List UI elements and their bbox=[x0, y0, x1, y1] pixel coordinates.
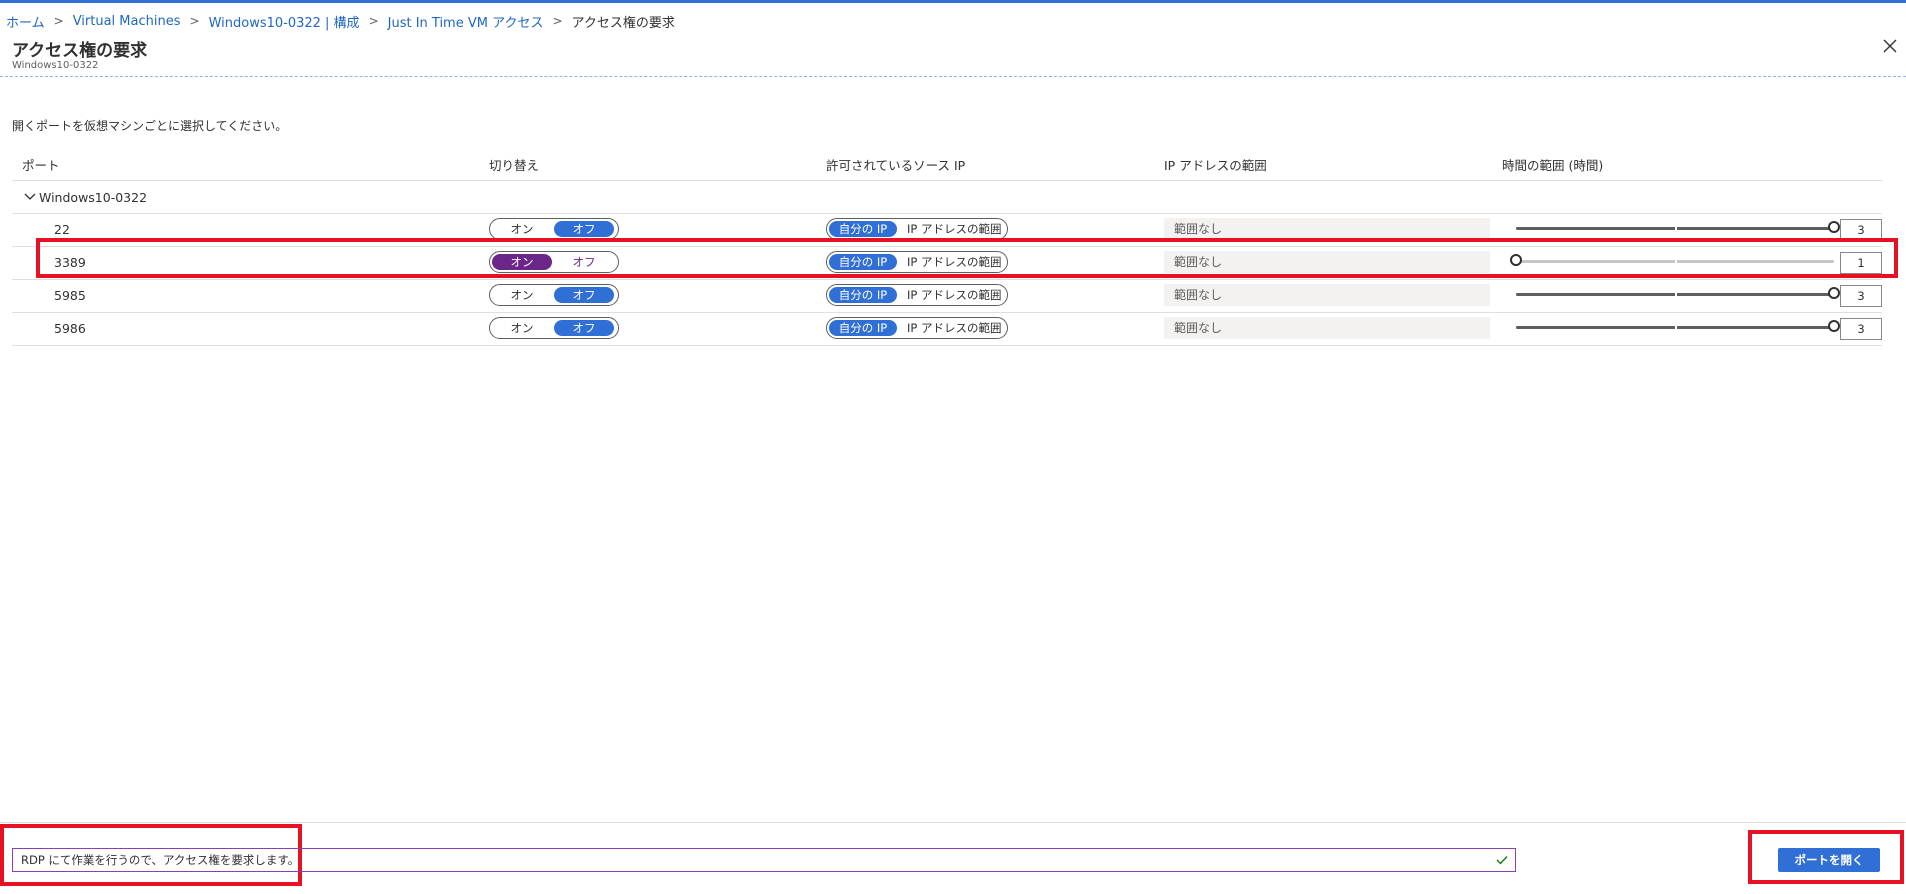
port-table: ポート 切り替え 許可されているソース IP IP アドレスの範囲 時間の範囲 … bbox=[12, 148, 1882, 346]
ip-range-field[interactable]: 範囲なし bbox=[1164, 317, 1490, 339]
source-my-ip-option[interactable]: 自分の IP bbox=[829, 254, 897, 270]
chevron-right-icon: > bbox=[368, 14, 379, 28]
open-ports-button[interactable]: ポートを開く bbox=[1778, 848, 1880, 872]
port-number: 22 bbox=[54, 222, 70, 237]
port-toggle[interactable]: オン オフ bbox=[489, 218, 619, 240]
column-header-port: ポート bbox=[22, 158, 60, 173]
column-header-toggle: 切り替え bbox=[489, 158, 540, 173]
source-ip-selector[interactable]: 自分の IP IP アドレスの範囲 bbox=[826, 284, 1008, 306]
source-ip-selector[interactable]: 自分の IP IP アドレスの範囲 bbox=[826, 251, 1008, 273]
slider-tick bbox=[1675, 292, 1677, 297]
time-range-slider[interactable] bbox=[1510, 319, 1840, 335]
vm-group-row[interactable]: Windows10-0322 bbox=[12, 181, 1882, 214]
port-row: 3389 オン オフ 自分の IP IP アドレスの範囲 範囲なし 1 bbox=[12, 247, 1882, 280]
footer-divider bbox=[0, 822, 1906, 823]
hours-input[interactable]: 3 bbox=[1840, 219, 1882, 241]
justification-field[interactable] bbox=[12, 848, 1516, 872]
breadcrumb-home[interactable]: ホーム bbox=[6, 12, 45, 31]
port-toggle[interactable]: オン オフ bbox=[489, 317, 619, 339]
port-row: 5986 オン オフ 自分の IP IP アドレスの範囲 範囲なし 3 bbox=[12, 313, 1882, 346]
breadcrumb-current: アクセス権の要求 bbox=[571, 15, 675, 31]
page-title: アクセス権の要求 bbox=[12, 41, 148, 61]
vm-group-name: Windows10-0322 bbox=[39, 190, 148, 205]
instruction-text: 開くポートを仮想マシンごとに選択してください。 bbox=[12, 119, 288, 133]
source-ip-range-option[interactable]: IP アドレスの範囲 bbox=[907, 320, 1001, 336]
column-header-ip-range: IP アドレスの範囲 bbox=[1164, 158, 1267, 173]
toggle-off-option[interactable]: オフ bbox=[554, 254, 614, 270]
top-accent-bar bbox=[0, 0, 1906, 3]
slider-tick bbox=[1675, 325, 1677, 330]
chevron-right-icon: > bbox=[53, 14, 64, 28]
slider-thumb[interactable] bbox=[1828, 320, 1840, 332]
slider-thumb[interactable] bbox=[1828, 221, 1840, 233]
toggle-off-option[interactable]: オフ bbox=[554, 320, 614, 336]
slider-tick bbox=[1675, 226, 1677, 231]
port-row: 22 オン オフ 自分の IP IP アドレスの範囲 範囲なし 3 bbox=[12, 214, 1882, 247]
time-range-slider[interactable] bbox=[1510, 286, 1840, 302]
source-ip-range-option[interactable]: IP アドレスの範囲 bbox=[907, 221, 1001, 237]
port-number: 5986 bbox=[54, 321, 86, 336]
chevron-right-icon: > bbox=[189, 14, 200, 28]
port-number: 3389 bbox=[54, 255, 86, 270]
slider-thumb[interactable] bbox=[1828, 287, 1840, 299]
port-toggle[interactable]: オン オフ bbox=[489, 251, 619, 273]
source-ip-selector[interactable]: 自分の IP IP アドレスの範囲 bbox=[826, 317, 1008, 339]
ip-range-field[interactable]: 範囲なし bbox=[1164, 218, 1490, 240]
close-button[interactable] bbox=[1880, 36, 1900, 56]
hours-input[interactable]: 3 bbox=[1840, 318, 1882, 340]
hours-input[interactable]: 1 bbox=[1840, 252, 1882, 274]
ip-range-field[interactable]: 範囲なし bbox=[1164, 251, 1490, 273]
header-divider bbox=[0, 76, 1906, 77]
justification-input[interactable] bbox=[13, 849, 1489, 871]
column-header-source-ip: 許可されているソース IP bbox=[826, 158, 966, 173]
toggle-on-option[interactable]: オン bbox=[492, 221, 552, 237]
toggle-on-option[interactable]: オン bbox=[492, 254, 552, 270]
time-range-slider[interactable] bbox=[1510, 253, 1840, 269]
port-number: 5985 bbox=[54, 288, 86, 303]
close-icon bbox=[1883, 39, 1897, 53]
column-header-time-range: 時間の範囲 (時間) bbox=[1502, 158, 1604, 173]
source-ip-selector[interactable]: 自分の IP IP アドレスの範囲 bbox=[826, 218, 1008, 240]
toggle-on-option[interactable]: オン bbox=[492, 320, 552, 336]
source-my-ip-option[interactable]: 自分の IP bbox=[829, 287, 897, 303]
port-row: 5985 オン オフ 自分の IP IP アドレスの範囲 範囲なし 3 bbox=[12, 280, 1882, 313]
page-subtitle: Windows10-0322 bbox=[12, 60, 99, 71]
breadcrumb: ホーム > Virtual Machines > Windows10-0322 … bbox=[6, 11, 675, 31]
hours-input[interactable]: 3 bbox=[1840, 285, 1882, 307]
table-header: ポート 切り替え 許可されているソース IP IP アドレスの範囲 時間の範囲 … bbox=[12, 148, 1882, 181]
time-range-slider[interactable] bbox=[1510, 220, 1840, 236]
checkmark-icon bbox=[1496, 856, 1508, 865]
slider-tick bbox=[1675, 259, 1677, 264]
port-toggle[interactable]: オン オフ bbox=[489, 284, 619, 306]
chevron-right-icon: > bbox=[552, 14, 563, 28]
breadcrumb-virtual-machines[interactable]: Virtual Machines bbox=[73, 14, 181, 29]
source-my-ip-option[interactable]: 自分の IP bbox=[829, 320, 897, 336]
breadcrumb-jit-access[interactable]: Just In Time VM アクセス bbox=[388, 12, 544, 31]
toggle-on-option[interactable]: オン bbox=[492, 287, 552, 303]
source-my-ip-option[interactable]: 自分の IP bbox=[829, 221, 897, 237]
source-ip-range-option[interactable]: IP アドレスの範囲 bbox=[907, 254, 1001, 270]
slider-thumb[interactable] bbox=[1510, 254, 1522, 266]
ip-range-field[interactable]: 範囲なし bbox=[1164, 284, 1490, 306]
breadcrumb-vm-config[interactable]: Windows10-0322 | 構成 bbox=[209, 12, 360, 31]
toggle-off-option[interactable]: オフ bbox=[554, 221, 614, 237]
source-ip-range-option[interactable]: IP アドレスの範囲 bbox=[907, 287, 1001, 303]
toggle-off-option[interactable]: オフ bbox=[554, 287, 614, 303]
chevron-down-icon[interactable] bbox=[24, 191, 36, 203]
